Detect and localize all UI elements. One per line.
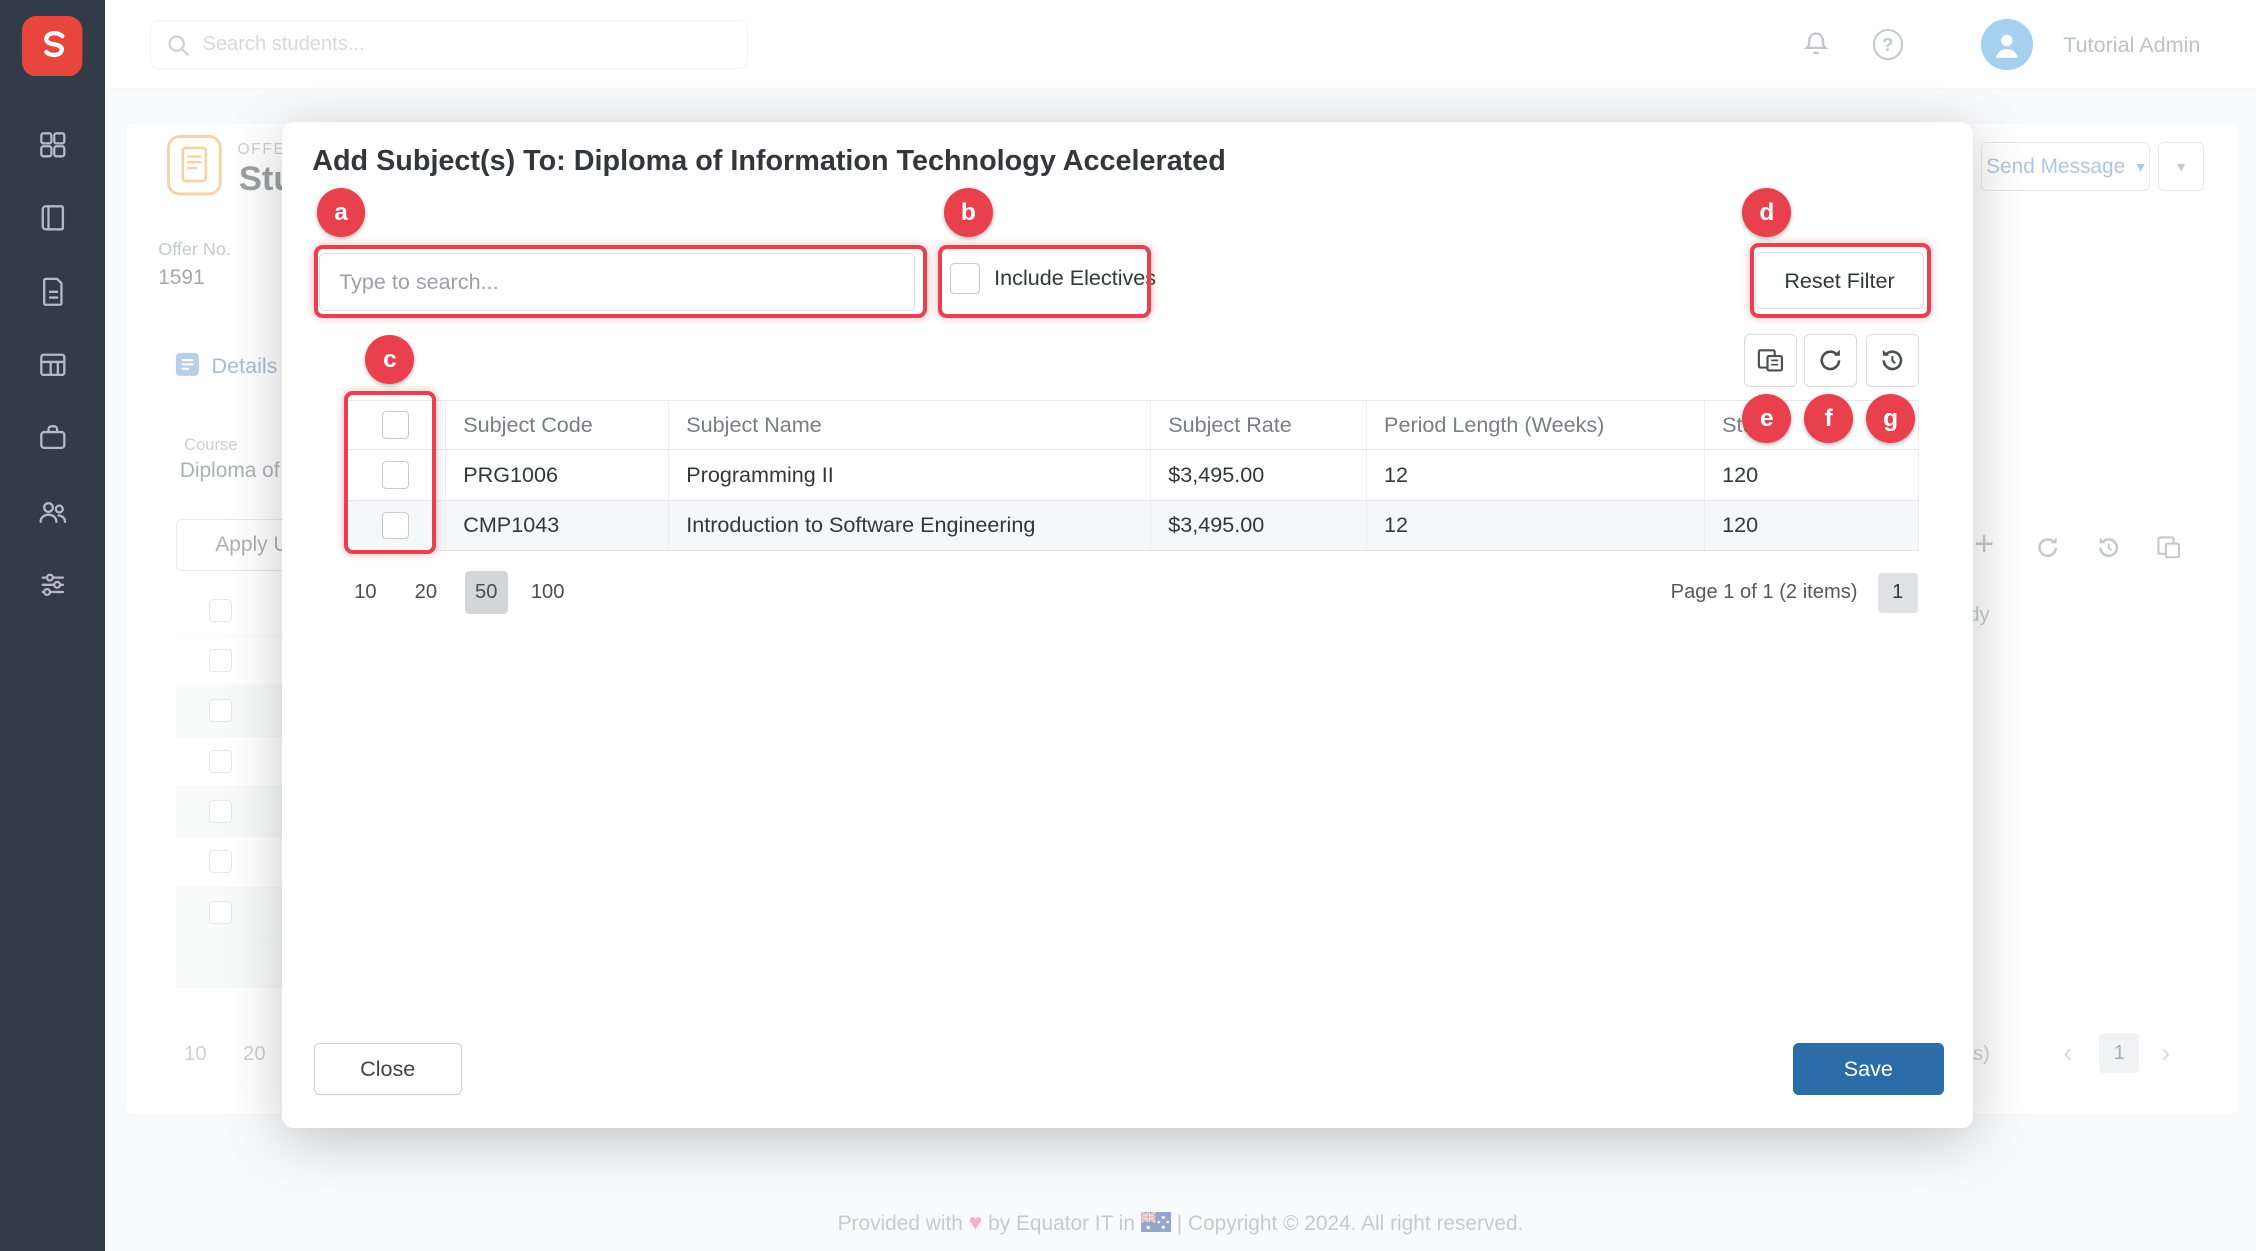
- briefcase-icon: [37, 422, 69, 454]
- sliders-icon: [37, 569, 69, 601]
- subjects-table: Subject Code Subject Name Subject Rate P…: [345, 400, 1919, 551]
- sidebar-item-courses[interactable]: [0, 182, 105, 255]
- cell-period-length: 12: [1367, 450, 1705, 499]
- page-size-option-100[interactable]: 100: [525, 571, 570, 614]
- sidebar-item-jobs[interactable]: [0, 402, 105, 475]
- close-button[interactable]: Close: [314, 1043, 462, 1095]
- page-size-option-20[interactable]: 20: [404, 571, 447, 614]
- page-size-option-50[interactable]: 50: [465, 571, 508, 614]
- page-info: Page 1 of 1 (2 items): [1671, 581, 1858, 604]
- subject-search-input[interactable]: [319, 253, 915, 311]
- refresh-icon: [1816, 346, 1845, 375]
- column-chooser-button[interactable]: [1744, 334, 1797, 387]
- checkbox-cell: [345, 450, 446, 499]
- cell-subject-code: CMP1043: [446, 501, 669, 550]
- revert-icon: [1878, 346, 1907, 375]
- annotation-marker-b: b: [944, 188, 993, 237]
- cell-subject-rate: $3,495.00: [1151, 501, 1367, 550]
- annotation-marker-g: g: [1866, 394, 1915, 443]
- refresh-button[interactable]: [1804, 334, 1857, 387]
- column-header-subject-name[interactable]: Subject Name: [669, 401, 1151, 449]
- checkbox-cell: [345, 501, 446, 550]
- include-electives-label: Include Electives: [994, 265, 1156, 291]
- table-icon: [37, 349, 69, 381]
- add-subjects-modal: Add Subject(s) To: Diploma of Informatio…: [282, 122, 1973, 1128]
- sidebar-item-tables[interactable]: [0, 328, 105, 401]
- table-header-row: Subject Code Subject Name Subject Rate P…: [345, 400, 1919, 450]
- revert-button[interactable]: [1866, 334, 1919, 387]
- cell-study-hours: 120: [1705, 450, 1919, 499]
- reset-filter-button[interactable]: Reset Filter: [1755, 252, 1923, 310]
- sidebar-item-settings[interactable]: [0, 548, 105, 621]
- cell-subject-code: PRG1006: [446, 450, 669, 499]
- grid-icon: [37, 129, 69, 161]
- modal-title: Add Subject(s) To: Diploma of Informatio…: [312, 145, 1226, 178]
- annotation-marker-f: f: [1804, 394, 1853, 443]
- table-row[interactable]: CMP1043 Introduction to Software Enginee…: [345, 501, 1919, 551]
- page-number-button[interactable]: 1: [1878, 573, 1918, 613]
- page-size-option-10[interactable]: 10: [344, 571, 387, 614]
- column-header-period-length[interactable]: Period Length (Weeks): [1367, 401, 1705, 449]
- save-button[interactable]: Save: [1793, 1043, 1944, 1095]
- row-checkbox[interactable]: [382, 512, 409, 539]
- cell-period-length: 12: [1367, 501, 1705, 550]
- sidebar-item-offers[interactable]: [0, 255, 105, 328]
- logo-icon: [22, 16, 82, 76]
- cell-subject-rate: $3,495.00: [1151, 450, 1367, 499]
- include-electives-checkbox[interactable]: [950, 263, 980, 293]
- book-icon: [37, 202, 69, 234]
- file-icon: [37, 276, 69, 308]
- column-header-subject-rate[interactable]: Subject Rate: [1151, 401, 1367, 449]
- sidebar-item-dashboard[interactable]: [0, 108, 105, 181]
- select-all-cell: [345, 401, 446, 449]
- cell-study-hours: 120: [1705, 501, 1919, 550]
- cell-subject-name: Introduction to Software Engineering: [669, 501, 1151, 550]
- column-chooser-icon: [1756, 346, 1785, 375]
- row-checkbox[interactable]: [382, 461, 409, 488]
- users-icon: [37, 496, 69, 528]
- page-size-selector: 10 20 50 100: [344, 571, 570, 614]
- sidebar-item-users[interactable]: [0, 475, 105, 548]
- table-row[interactable]: PRG1006 Programming II $3,495.00 12 120: [345, 450, 1919, 500]
- include-electives-toggle[interactable]: Include Electives: [950, 263, 1157, 293]
- sidebar: [0, 0, 105, 1251]
- cell-subject-name: Programming II: [669, 450, 1151, 499]
- column-header-subject-code[interactable]: Subject Code: [446, 401, 669, 449]
- app-logo[interactable]: [22, 16, 82, 82]
- pager: Page 1 of 1 (2 items) 1: [1671, 571, 1918, 614]
- select-all-checkbox[interactable]: [382, 411, 409, 438]
- screen: ? Tutorial Admin OFFE Stu Offer No. 1591…: [0, 0, 2256, 1251]
